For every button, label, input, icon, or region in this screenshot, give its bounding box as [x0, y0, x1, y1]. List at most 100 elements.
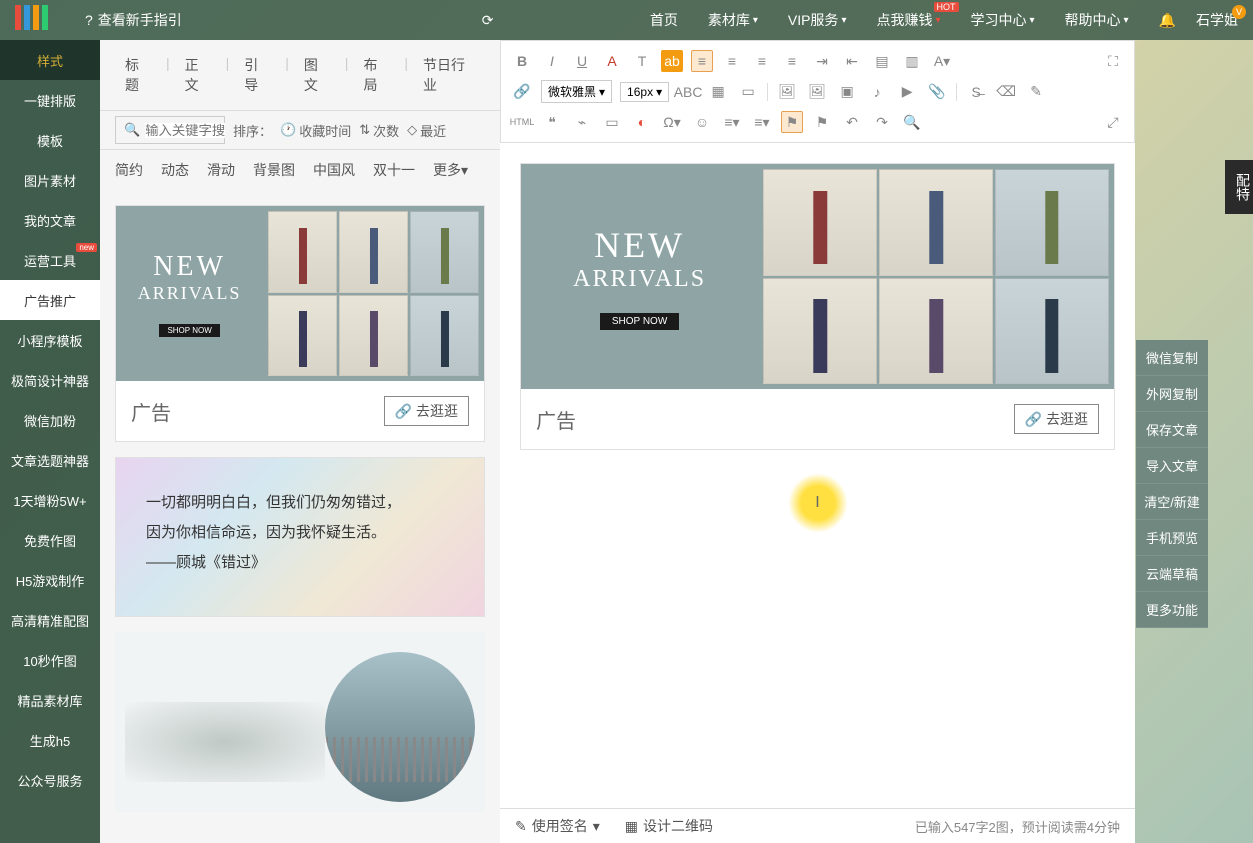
nav-help[interactable]: 帮助中心▾ [1065, 10, 1129, 30]
tab-layout[interactable]: 布局 [353, 50, 399, 100]
collapse-button[interactable]: ⤢ [1102, 111, 1124, 133]
rp-wechat-copy[interactable]: 微信复制 [1136, 340, 1208, 376]
tab-guide[interactable]: 引导 [234, 50, 280, 100]
image-button[interactable]: 🖼 [776, 81, 798, 103]
filter-chinese[interactable]: 中国风 [313, 160, 355, 180]
filter-slide[interactable]: 滑动 [207, 160, 235, 180]
list-button[interactable]: ≡▾ [721, 111, 743, 133]
sidebar-item-hd[interactable]: 高清精准配图 [0, 600, 100, 640]
visit-button[interactable]: 🔗去逛逛 [384, 396, 469, 426]
indent-button[interactable]: ⇥ [811, 50, 833, 72]
nav-learn[interactable]: 学习中心▾ [971, 10, 1035, 30]
filter-more[interactable]: 更多▾ [433, 160, 468, 180]
sidebar-item-images[interactable]: 图片素材 [0, 160, 100, 200]
sort-count[interactable]: ⇅次数 [359, 121, 399, 140]
sidebar-item-wechat[interactable]: 微信加粉 [0, 400, 100, 440]
sort-time[interactable]: 🕐收藏时间 [280, 121, 351, 140]
font-select[interactable]: 微软雅黑▾ [541, 80, 612, 103]
gallery-button[interactable]: 🖼 [806, 81, 828, 103]
card-button[interactable]: ▭ [737, 81, 759, 103]
nav-earn[interactable]: 点我赚钱▾HOT [876, 10, 940, 30]
bell-icon[interactable]: 🔔 [1159, 12, 1176, 29]
outdent-button[interactable]: ⇤ [841, 50, 863, 72]
strikethrough-button[interactable]: S̶ [965, 81, 987, 103]
tab-holiday[interactable]: 节日行业 [413, 50, 485, 100]
underline-button[interactable]: U [571, 50, 593, 72]
expand-button[interactable]: ⛶ [1102, 50, 1124, 72]
block-button[interactable]: ▭ [601, 111, 623, 133]
align-justify-button[interactable]: ≡ [781, 50, 803, 72]
sidebar-item-topic[interactable]: 文章选题神器 [0, 440, 100, 480]
filter-dynamic[interactable]: 动态 [161, 160, 189, 180]
sidebar-item-design[interactable]: 极简设计神器 [0, 360, 100, 400]
music-button[interactable]: ♪ [866, 81, 888, 103]
sidebar-item-fans[interactable]: 1天增粉5W+ [0, 480, 100, 520]
sidebar-item-tools[interactable]: 运营工具new [0, 240, 100, 280]
logo[interactable] [15, 5, 75, 35]
rp-more[interactable]: 更多功能 [1136, 592, 1208, 628]
quote-card[interactable]: 一切都明明白白，但我们仍匆匆错过， 因为你相信命运，因为我怀疑生活。 ——顾城《… [115, 457, 485, 617]
signature-button[interactable]: ✎使用签名▾ [515, 816, 600, 836]
sidebar-item-account[interactable]: 公众号服务 [0, 760, 100, 800]
qr-button[interactable]: ▦设计二维码 [625, 816, 713, 836]
attachment-button[interactable]: 📎 [926, 81, 948, 103]
canvas-ad-card[interactable]: NEW ARRIVALS SHOP NOW 广告 🔗去逛逛 [520, 163, 1115, 450]
bg-color-button[interactable]: T [631, 50, 653, 72]
canvas-visit-button[interactable]: 🔗去逛逛 [1014, 404, 1099, 434]
filter-simple[interactable]: 简约 [115, 160, 143, 180]
filter-1111[interactable]: 双十一 [373, 160, 415, 180]
italic-button[interactable]: I [541, 50, 563, 72]
sidebar-item-10sec[interactable]: 10秒作图 [0, 640, 100, 680]
clear-format-button[interactable]: ABC [677, 81, 699, 103]
tab-body[interactable]: 正文 [175, 50, 221, 100]
color-picker-button[interactable]: ✎ [1025, 81, 1047, 103]
font-color-button[interactable]: A [601, 50, 623, 72]
user-menu[interactable]: 石学姐V [1196, 10, 1238, 30]
sidebar-item-freeimg[interactable]: 免费作图 [0, 520, 100, 560]
search-input[interactable] [145, 123, 225, 138]
refresh-icon[interactable]: ⟳ [482, 12, 494, 29]
sidebar-item-premium[interactable]: 精品素材库 [0, 680, 100, 720]
ad-card-1[interactable]: NEW ARRIVALS SHOP NOW 广告 🔗去逛逛 [115, 205, 485, 442]
sidebar-item-genh5[interactable]: 生成h5 [0, 720, 100, 760]
nav-vip[interactable]: VIP服务▾ [788, 10, 847, 30]
rp-save[interactable]: 保存文章 [1136, 412, 1208, 448]
align-left-button[interactable]: ≡ [691, 50, 713, 72]
line-height-button[interactable]: ≡▾ [751, 111, 773, 133]
sidebar-item-style[interactable]: 样式 [0, 40, 100, 80]
quote-button[interactable]: ❝ [541, 111, 563, 133]
preview-button[interactable]: 🔍 [901, 111, 923, 133]
rp-import[interactable]: 导入文章 [1136, 448, 1208, 484]
sidebar-item-h5game[interactable]: H5游戏制作 [0, 560, 100, 600]
omega-button[interactable]: Ω▾ [661, 111, 683, 133]
tab-imgtext[interactable]: 图文 [294, 50, 340, 100]
highlight-button[interactable]: ab [661, 50, 683, 72]
rp-clear[interactable]: 清空/新建 [1136, 484, 1208, 520]
link-button[interactable]: 🔗 [511, 81, 533, 103]
emoji-button[interactable]: ☺ [691, 111, 713, 133]
eraser-button[interactable]: ⌫ [995, 81, 1017, 103]
filter-bg[interactable]: 背景图 [253, 160, 295, 180]
size-select[interactable]: 16px▾ [620, 82, 669, 102]
config-tab[interactable]: 配特 [1225, 160, 1253, 214]
nav-assets[interactable]: 素材库▾ [708, 10, 758, 30]
float-right-button[interactable]: ▥ [901, 50, 923, 72]
sidebar-item-layout[interactable]: 一键排版 [0, 80, 100, 120]
table-button[interactable]: ▦ [707, 81, 729, 103]
flag-button[interactable]: ⚑ [811, 111, 833, 133]
redo-button[interactable]: ↷ [871, 111, 893, 133]
sidebar-item-ads[interactable]: 广告推广 [0, 280, 100, 320]
crop-button[interactable]: ▣ [836, 81, 858, 103]
nav-home[interactable]: 首页 [650, 10, 678, 30]
sort-recent[interactable]: ◇最近 [407, 121, 446, 140]
video-button[interactable]: ▶ [896, 81, 918, 103]
align-right-button[interactable]: ≡ [751, 50, 773, 72]
undo-button[interactable]: ↶ [841, 111, 863, 133]
sidebar-item-articles[interactable]: 我的文章 [0, 200, 100, 240]
rp-preview[interactable]: 手机预览 [1136, 520, 1208, 556]
float-left-button[interactable]: ▤ [871, 50, 893, 72]
style-button[interactable]: A▾ [931, 50, 953, 72]
bold-button[interactable]: B [511, 50, 533, 72]
sidebar-item-miniapp[interactable]: 小程序模板 [0, 320, 100, 360]
tab-title[interactable]: 标题 [115, 50, 161, 100]
